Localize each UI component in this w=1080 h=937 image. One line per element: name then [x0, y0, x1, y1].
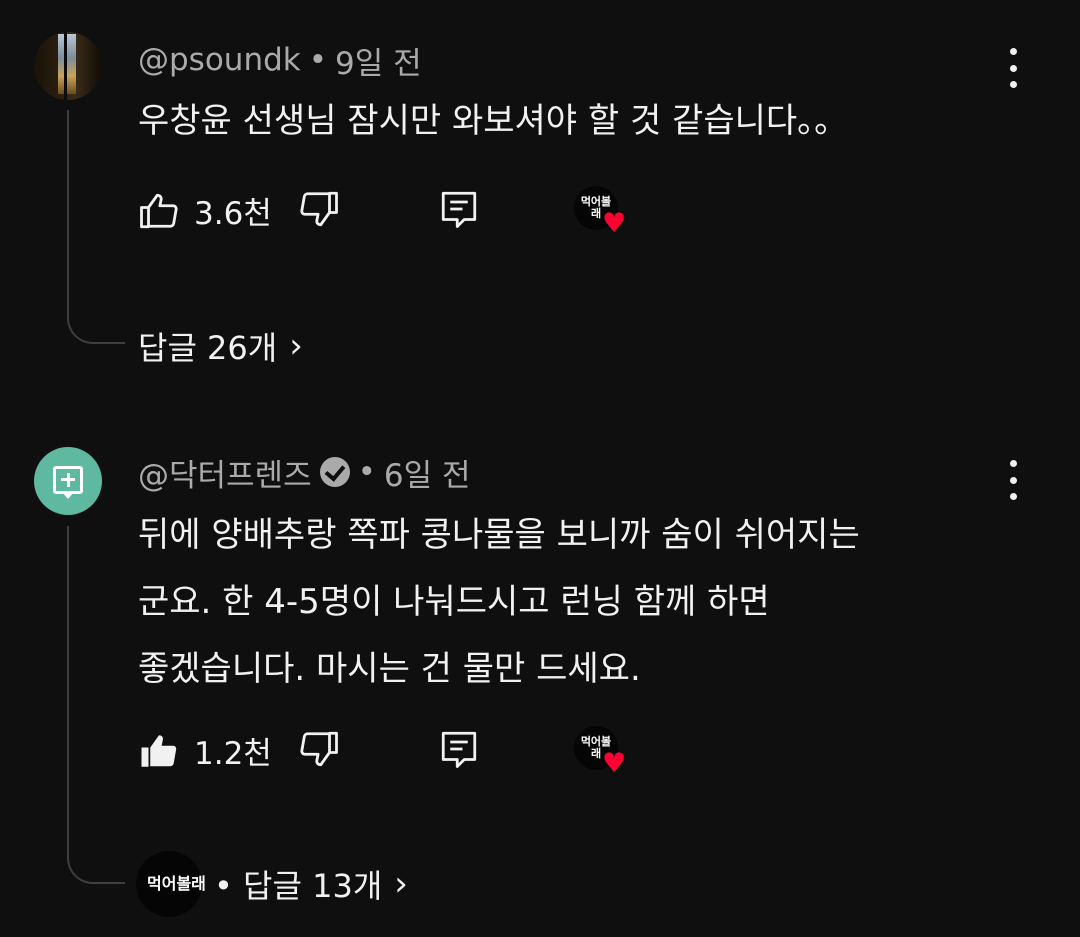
thumbs-down-icon — [300, 731, 338, 767]
comment-2-separator: • — [357, 454, 376, 490]
comment-2-replies-button[interactable]: 먹어볼래 • 답글 13개 › — [136, 851, 408, 917]
comment-2-creator-reply-avatar: 먹어볼래 — [136, 851, 206, 917]
comment-2-like-button[interactable]: 1.2천 — [138, 728, 272, 773]
chevron-right-icon: › — [394, 864, 408, 904]
comment-2-text-line-2: 군요. 한 4-5명이 나눠드시고 런닝 함께 하면 — [138, 582, 770, 622]
comment-2-header: @닥터프렌즈 • 6일 전 — [138, 450, 471, 495]
comment-2: @닥터프렌즈 • 6일 전 뒤에 양배추랑 쪽파 콩나물을 보니까 숨이 쉬어지… — [0, 0, 1080, 937]
comment-2-actions: 1.2천 먹어볼래 ♥ — [138, 726, 658, 779]
comment-2-text-line-1: 뒤에 양배추랑 쪽파 콩나물을 보니까 숨이 쉬어지는 — [138, 515, 860, 555]
verified-check-icon — [319, 457, 350, 487]
reply-icon — [441, 731, 477, 768]
comment-2-handle[interactable]: @닥터프렌즈 — [138, 450, 312, 495]
comment-2-replies-label: • 답글 13개 — [214, 867, 383, 905]
comment-2-avatar[interactable] — [34, 447, 102, 515]
comment-2-more-vert-icon[interactable] — [1003, 460, 1023, 500]
comment-2-creator-reply-name: 먹어볼래 — [147, 874, 206, 893]
comment-2-time: 6일 전 — [383, 457, 471, 494]
comment-2-like-count: 1.2천 — [194, 736, 272, 772]
comment-2-reply-button[interactable] — [438, 728, 480, 770]
heart-icon: ♥ — [602, 748, 627, 779]
comment-2-dislike-button[interactable] — [298, 728, 340, 770]
comment-2-text-line-3: 좋겠습니다. 마시는 건 물만 드세요. — [138, 649, 641, 689]
thumbs-up-filled-icon — [141, 734, 177, 767]
comment-2-text: 뒤에 양배추랑 쪽파 콩나물을 보니까 숨이 쉬어지는 군요. 한 4-5명이 … — [138, 502, 1018, 703]
